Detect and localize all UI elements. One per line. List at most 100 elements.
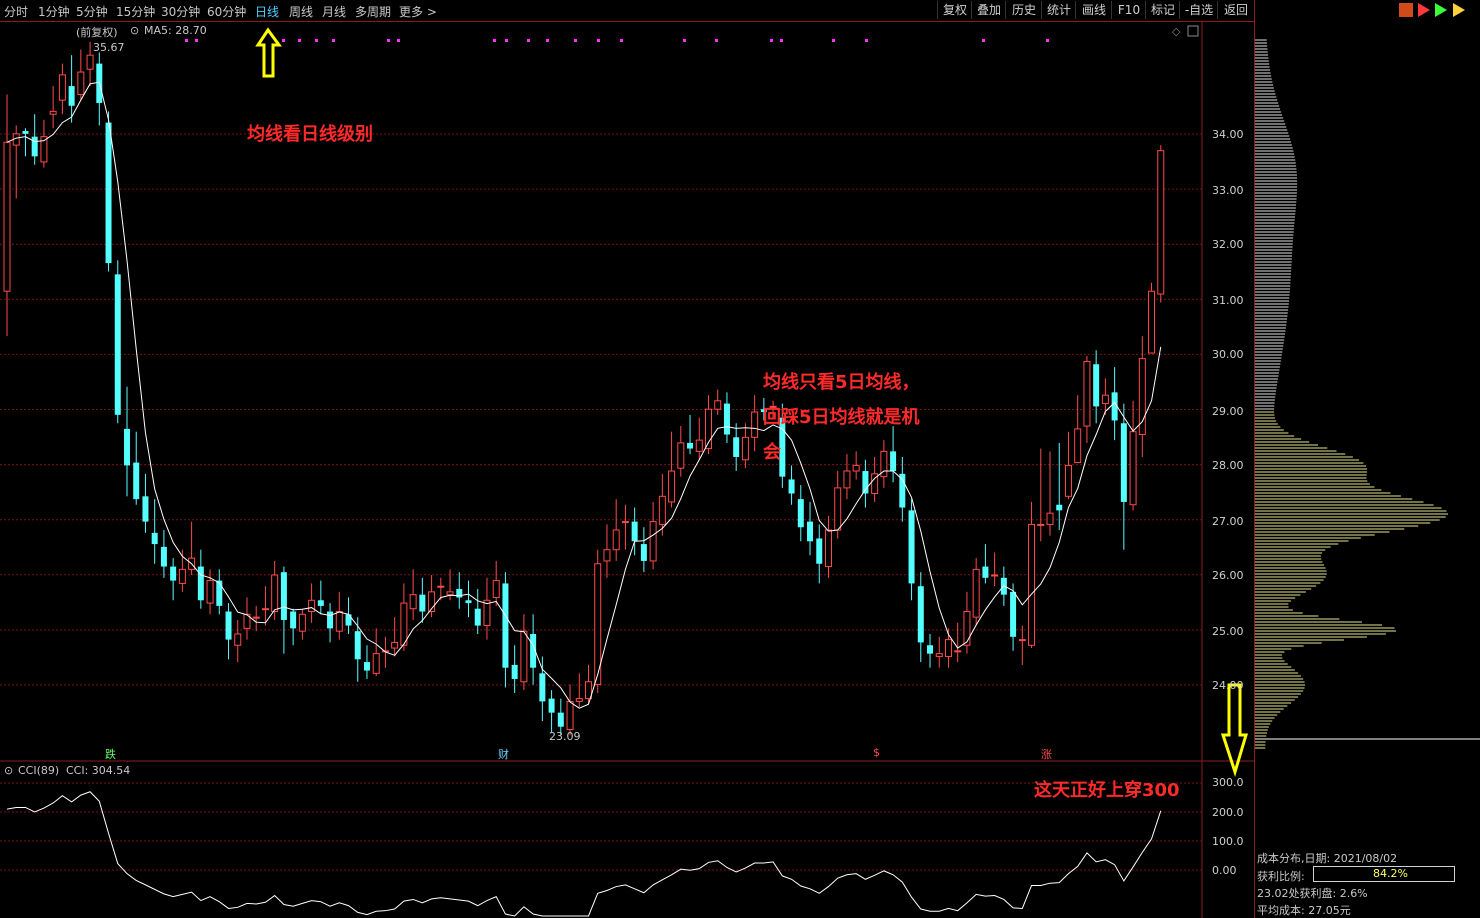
candle-body xyxy=(603,549,611,562)
candle-body xyxy=(151,532,158,545)
signal-dot xyxy=(387,39,390,42)
signal-dot xyxy=(397,39,400,42)
candle-body xyxy=(133,462,140,500)
candle-body xyxy=(1056,504,1063,511)
candle-body xyxy=(68,86,75,106)
candle-body xyxy=(982,566,989,578)
signal-dot xyxy=(574,39,577,42)
diamond-icon[interactable]: ◇ xyxy=(1172,25,1181,38)
candle-body xyxy=(751,411,759,438)
signal-dot xyxy=(546,39,549,42)
panel-toggle-icon[interactable] xyxy=(1187,25,1199,37)
annotation-ma5-line2: 回踩5日均线就是机 xyxy=(763,407,920,428)
candle-body xyxy=(917,586,924,643)
candle-body xyxy=(31,136,38,157)
candle-body xyxy=(788,479,795,494)
ma-toggle-icon[interactable]: ⊙ xyxy=(130,24,139,37)
candle-body xyxy=(345,614,352,626)
candle-body xyxy=(575,698,583,702)
candle-body xyxy=(843,470,851,489)
arrow-up-icon xyxy=(255,27,282,78)
event-finance-marker[interactable]: 财 xyxy=(498,746,509,762)
candle-body xyxy=(1037,523,1045,526)
candle-body xyxy=(363,662,370,671)
candle-body xyxy=(77,71,85,96)
arrow-icon[interactable] xyxy=(1453,3,1465,17)
signal-dot xyxy=(620,39,623,42)
event-dividend-marker[interactable]: $ xyxy=(873,746,880,759)
legend-fuquan[interactable]: (前复权) xyxy=(76,24,118,40)
signal-dot xyxy=(865,39,868,42)
candle-body xyxy=(539,673,546,702)
candle-body xyxy=(465,600,472,604)
price-tick: 30.00 xyxy=(1212,348,1244,361)
price-tick: 28.00 xyxy=(1212,459,1244,472)
candle-body xyxy=(677,442,685,469)
signal-dot xyxy=(505,39,508,42)
signal-dot xyxy=(597,39,600,42)
candle-body xyxy=(261,608,269,611)
candle-body xyxy=(824,529,832,568)
cci-grid xyxy=(0,782,1202,871)
price-tick: 25.00 xyxy=(1212,625,1244,638)
candle-body xyxy=(1101,394,1109,405)
event-fall-marker[interactable]: 跌 xyxy=(105,746,116,762)
profit-ratio-bar: 84.2% xyxy=(1313,866,1455,882)
candle-body xyxy=(216,580,223,606)
price-tick: 34.00 xyxy=(1212,128,1244,141)
candle-body xyxy=(714,400,722,410)
candle-body xyxy=(1157,150,1165,295)
flag-icon[interactable] xyxy=(1418,3,1430,17)
cost-title: 成本分布,日期: 2021/08/02 xyxy=(1257,852,1398,865)
candle-body xyxy=(890,451,897,472)
candle-body xyxy=(1129,431,1137,506)
price-tick: 32.00 xyxy=(1212,238,1244,251)
candle-body xyxy=(1064,464,1072,497)
profit-ratio-value: 84.2% xyxy=(1373,867,1408,880)
candle-body xyxy=(640,544,647,561)
candle-body xyxy=(816,538,823,564)
candle-body xyxy=(22,131,29,134)
signal-dot xyxy=(683,39,686,42)
signal-dot xyxy=(315,39,318,42)
candle-body xyxy=(437,585,445,588)
profit-plate: 23.02处获利盘: 2.6% xyxy=(1257,887,1368,900)
signal-dot xyxy=(298,39,301,42)
price-tick: 27.00 xyxy=(1212,515,1244,528)
signal-dots xyxy=(185,39,1049,42)
candle-body xyxy=(972,568,980,618)
candle-body xyxy=(963,611,971,646)
annotation-ma5-line3: 会 xyxy=(763,442,781,463)
candle-body xyxy=(114,274,121,415)
candle-body xyxy=(492,580,500,598)
cci-label: CCI(89) xyxy=(18,764,60,777)
signal-dot xyxy=(185,39,188,42)
candle-body xyxy=(354,631,361,660)
candle-body xyxy=(234,633,242,646)
candle-body xyxy=(225,611,232,640)
signal-dot xyxy=(715,39,718,42)
candle-body xyxy=(280,572,287,620)
candle-body xyxy=(807,521,814,542)
event-rise-marker[interactable]: 涨 xyxy=(1041,746,1052,762)
cci-value: CCI: 304.54 xyxy=(66,764,131,777)
signal-dot xyxy=(770,39,773,42)
tool-icon-1[interactable] xyxy=(1399,3,1413,17)
candle-body xyxy=(1083,360,1091,427)
candle-body xyxy=(668,470,676,503)
signal-dot xyxy=(982,39,985,42)
annotation-daily-ma: 均线看日线级别 xyxy=(247,124,373,145)
candlestick-series xyxy=(3,41,1165,736)
candle-body xyxy=(142,496,149,522)
candle-body xyxy=(160,546,167,567)
candle-body xyxy=(1010,591,1017,637)
candle-body xyxy=(621,521,629,524)
play-icon[interactable] xyxy=(1435,3,1447,17)
candle-body xyxy=(335,611,343,632)
candle-body xyxy=(49,110,57,115)
cci-toggle-icon[interactable]: ⊙ xyxy=(4,764,13,777)
avg-cost: 平均成本: 27.05元 xyxy=(1257,904,1351,917)
price-tick: 24.00 xyxy=(1212,679,1244,692)
candle-body xyxy=(1028,523,1036,646)
candle-body xyxy=(741,436,749,461)
